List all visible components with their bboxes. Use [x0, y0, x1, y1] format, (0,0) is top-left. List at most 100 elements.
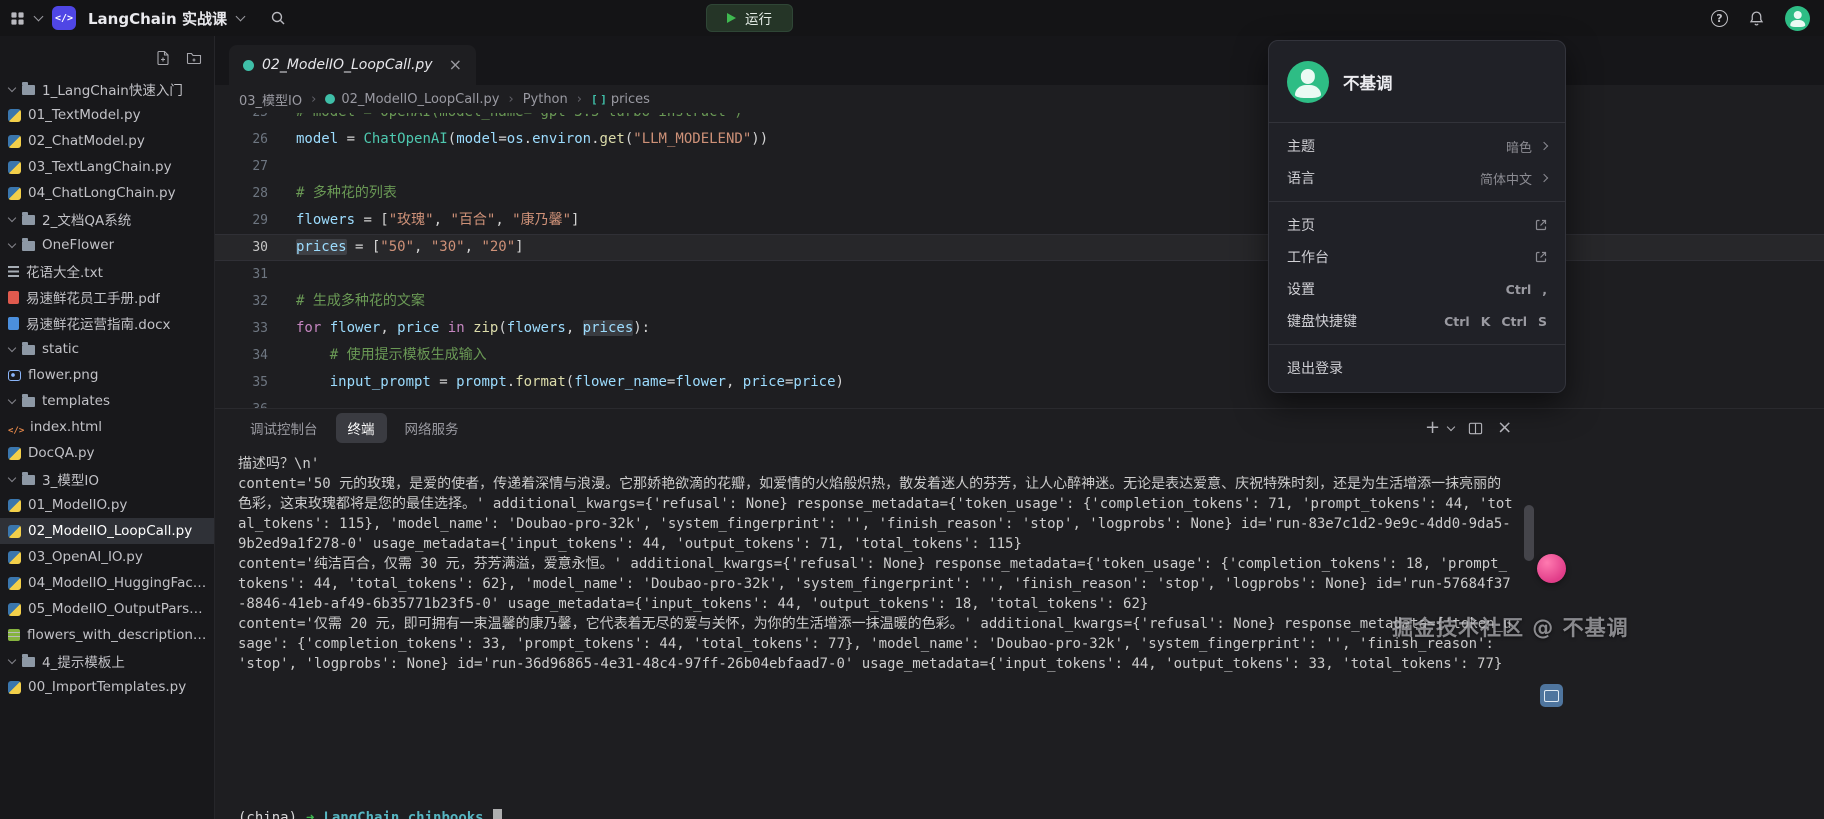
- menu-item-value: 简体中文: [1480, 169, 1547, 188]
- new-file-icon[interactable]: [155, 50, 171, 66]
- sidebar-item[interactable]: 04_ModelIO_HuggingFace.py: [0, 570, 214, 596]
- sidebar-item[interactable]: 3_模型IO: [0, 466, 214, 492]
- code-editor[interactable]: 25# model = OpenAI(model_name="gpt-3.5-t…: [215, 113, 1824, 408]
- menu-item-workspace[interactable]: 工作台: [1269, 241, 1565, 273]
- sidebar-item[interactable]: flowers_with_descriptions.csv: [0, 622, 214, 648]
- sidebar-item[interactable]: 02_ModelIO_LoopCall.py: [0, 518, 214, 544]
- sidebar-item[interactable]: 00_ImportTemplates.py: [0, 674, 214, 700]
- folder-icon: [22, 215, 35, 225]
- code-line[interactable]: 31: [215, 261, 1824, 288]
- code-token: # 使用提示模板生成输入: [296, 347, 487, 363]
- menu-item-value: CtrlKCtrlS: [1444, 314, 1547, 329]
- file-label: 3_模型IO: [42, 469, 99, 489]
- menu-item-theme[interactable]: 主题暗色: [1269, 130, 1565, 162]
- file-label: flowers_with_descriptions.csv: [27, 627, 208, 643]
- tab-ports[interactable]: 网络服务: [393, 413, 471, 443]
- code-line[interactable]: 34 # 使用提示模板生成输入: [215, 342, 1824, 369]
- code-line[interactable]: 30prices = ["50", "30", "20"]: [215, 234, 1824, 261]
- code-line[interactable]: 26model = ChatOpenAI(model=os.environ.ge…: [215, 126, 1824, 153]
- file-label: 2_文档QA系统: [42, 209, 131, 229]
- code-line-content: # 生成多种花的文案: [296, 288, 425, 315]
- menu-item-settings[interactable]: 设置Ctrl,: [1269, 273, 1565, 305]
- editor-tab[interactable]: 02_ModelIO_LoopCall.py ×: [229, 45, 476, 85]
- code-line[interactable]: 25# model = OpenAI(model_name="gpt-3.5-t…: [215, 113, 1824, 126]
- workspace-title[interactable]: LangChain 实战课: [88, 8, 227, 29]
- menu-item-label: 设置: [1287, 279, 1315, 299]
- title-chevron-icon[interactable]: [237, 16, 244, 20]
- tab-close-icon[interactable]: ×: [449, 57, 462, 73]
- sidebar-item[interactable]: 01_ModelIO.py: [0, 492, 214, 518]
- file-label: 4_提示模板上: [42, 651, 125, 671]
- sidebar-item[interactable]: 02_ChatModel.py: [0, 128, 214, 154]
- workspace-chevron-icon[interactable]: [35, 16, 42, 20]
- sidebar-item[interactable]: 05_ModelIO_OutputParser.py: [0, 596, 214, 622]
- help-icon[interactable]: ?: [1711, 10, 1728, 27]
- sidebar-item[interactable]: 易速鲜花员工手册.pdf: [0, 284, 214, 310]
- menu-item-label: 键盘快捷键: [1287, 311, 1357, 331]
- sidebar-item[interactable]: 03_TextLangChain.py: [0, 154, 214, 180]
- menu-item-keyboard-shortcuts[interactable]: 键盘快捷键 CtrlKCtrlS: [1269, 305, 1565, 337]
- sidebar-item[interactable]: 花语大全.txt: [0, 258, 214, 284]
- sidebar-item[interactable]: 4_提示模板上: [0, 648, 214, 674]
- menu-item-language[interactable]: 语言简体中文: [1269, 162, 1565, 194]
- code-line[interactable]: 36: [215, 396, 1824, 408]
- terminal-scrollbar[interactable]: [1524, 505, 1534, 561]
- sidebar-item[interactable]: 01_TextModel.py: [0, 102, 214, 128]
- code-line[interactable]: 27: [215, 153, 1824, 180]
- sidebar-item[interactable]: DocQA.py: [0, 440, 214, 466]
- code-line-content: # model = OpenAI(model_name="gpt-3.5-tur…: [296, 113, 743, 126]
- code-line[interactable]: 28# 多种花的列表: [215, 180, 1824, 207]
- breadcrumb-label: Python: [523, 92, 568, 107]
- run-button[interactable]: 运行: [706, 4, 793, 32]
- sidebar-item[interactable]: flower.png: [0, 362, 214, 388]
- code-line-content: # 多种花的列表: [296, 180, 397, 207]
- tab-terminal[interactable]: 终端: [336, 413, 387, 443]
- menu-divider: [1269, 201, 1565, 202]
- sidebar-item[interactable]: OneFlower: [0, 232, 214, 258]
- sidebar-item[interactable]: 2_文档QA系统: [0, 206, 214, 232]
- tab-debug-console[interactable]: 调试控制台: [238, 413, 330, 443]
- menu-item-home[interactable]: 主页: [1269, 209, 1565, 241]
- sidebar-item[interactable]: 03_OpenAI_IO.py: [0, 544, 214, 570]
- menu-item-logout[interactable]: 退出登录: [1269, 352, 1565, 384]
- breadcrumb-item[interactable]: 03_模型IO: [239, 90, 302, 109]
- code-token: get: [600, 131, 625, 147]
- split-terminal-icon[interactable]: [1468, 421, 1483, 436]
- py-file-icon: [8, 187, 21, 200]
- search-icon[interactable]: [270, 10, 286, 26]
- breadcrumb-item[interactable]: 02_ModelIO_LoopCall.py: [325, 92, 499, 107]
- user-avatar-large: [1287, 61, 1329, 103]
- user-avatar[interactable]: [1785, 6, 1810, 31]
- file-label: 易速鲜花员工手册.pdf: [26, 287, 160, 307]
- code-line[interactable]: 29flowers = ["玫瑰", "百合", "康乃馨"]: [215, 207, 1824, 234]
- breadcrumb-item[interactable]: [ ]prices: [591, 92, 650, 107]
- workspace-grid-icon[interactable]: [10, 11, 25, 26]
- breadcrumb-item[interactable]: Python: [523, 92, 568, 107]
- new-folder-icon[interactable]: [186, 50, 202, 66]
- notifications-bell-icon[interactable]: [1748, 10, 1765, 27]
- code-token: = [: [347, 239, 381, 255]
- breadcrumb-separator: ›: [577, 92, 582, 107]
- new-terminal-icon[interactable]: +: [1425, 419, 1440, 437]
- line-number: 29: [215, 207, 268, 234]
- code-line-content: # 使用提示模板生成输入: [296, 342, 487, 369]
- sidebar-item[interactable]: 04_ChatLongChain.py: [0, 180, 214, 206]
- csv-file-icon: [8, 629, 20, 641]
- code-line[interactable]: 32# 生成多种花的文案: [215, 288, 1824, 315]
- expand-chevron-icon: [8, 473, 16, 481]
- sidebar-item[interactable]: index.html: [0, 414, 214, 440]
- floating-assistant-button[interactable]: [1537, 554, 1566, 583]
- sidebar-item[interactable]: templates: [0, 388, 214, 414]
- breadcrumb-label: 02_ModelIO_LoopCall.py: [341, 92, 499, 107]
- code-token: prompt: [456, 374, 507, 390]
- mini-window-icon[interactable]: [1540, 684, 1563, 707]
- sidebar-item[interactable]: 易速鲜花运营指南.docx: [0, 310, 214, 336]
- code-line[interactable]: 33for flower, price in zip(flowers, pric…: [215, 315, 1824, 342]
- close-panel-icon[interactable]: ×: [1497, 419, 1512, 437]
- sidebar-item[interactable]: static: [0, 336, 214, 362]
- external-link-icon: [1535, 251, 1547, 263]
- code-line[interactable]: 35 input_prompt = prompt.format(flower_n…: [215, 369, 1824, 396]
- sidebar-item[interactable]: 1_LangChain快速入门: [0, 76, 214, 102]
- code-token: ): [836, 374, 844, 390]
- line-number: 31: [215, 261, 268, 288]
